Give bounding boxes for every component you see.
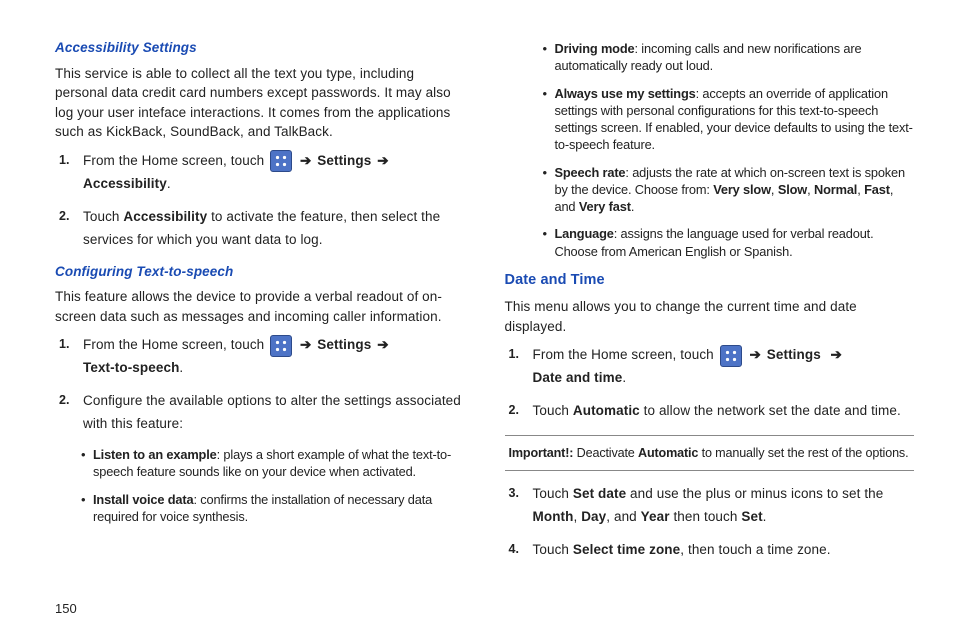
date-time-label: Date and time	[533, 370, 623, 385]
text: Touch	[83, 209, 123, 224]
text: From the Home screen, touch	[83, 337, 268, 352]
text: , then touch a time zone.	[680, 542, 830, 557]
label: Install voice data	[93, 492, 193, 507]
step-number: 1.	[509, 344, 520, 365]
important-note: Important!: Deactivate Automatic to manu…	[505, 435, 915, 471]
apps-icon	[270, 335, 292, 357]
text: From the Home screen, touch	[533, 347, 718, 362]
label: Always use my settings	[555, 86, 696, 101]
select-tz-label: Select time zone	[573, 542, 680, 557]
tts-bullets: Listen to an example: plays a short exam…	[55, 446, 465, 525]
tts-intro: This feature allows the device to provid…	[55, 287, 465, 326]
heading-date-time: Date and Time	[505, 270, 915, 291]
text: Touch	[533, 542, 573, 557]
datetime-step-4: 4. Touch Select time zone, then touch a …	[533, 539, 915, 562]
label: Driving mode	[555, 41, 635, 56]
text: Configure the available options to alter…	[83, 393, 461, 431]
step-number: 4.	[509, 539, 520, 560]
apps-icon	[270, 150, 292, 172]
year-label: Year	[641, 509, 670, 524]
datetime-step-3: 3. Touch Set date and use the plus or mi…	[533, 483, 915, 529]
page-number: 150	[55, 601, 77, 616]
settings-label: Settings	[317, 337, 371, 352]
very-fast: Very fast	[579, 199, 631, 214]
step-number: 1.	[59, 334, 70, 355]
period: .	[763, 509, 767, 524]
accessibility-label: Accessibility	[123, 209, 207, 224]
settings-label: Settings	[767, 347, 821, 362]
text: Touch	[533, 486, 573, 501]
step-number: 2.	[509, 400, 520, 421]
label: Speech rate	[555, 165, 626, 180]
arrow-icon: ➔	[300, 153, 311, 168]
set-label: Set	[741, 509, 762, 524]
settings-label: Settings	[317, 153, 371, 168]
bullet-language: Language: assigns the language used for …	[555, 225, 915, 260]
heading-tts: Configuring Text-to-speech	[55, 262, 465, 282]
text: to allow the network set the date and ti…	[640, 403, 901, 418]
accessibility-steps: 1. From the Home screen, touch ➔ Setting…	[55, 150, 465, 252]
step-number: 2.	[59, 206, 70, 227]
sep: ,	[807, 182, 814, 197]
right-bullets: Driving mode: incoming calls and new nor…	[505, 40, 915, 260]
left-column: Accessibility Settings This service is a…	[55, 36, 465, 572]
accessibility-step-2: 2. Touch Accessibility to activate the f…	[83, 206, 465, 252]
text: Touch	[533, 403, 573, 418]
month-label: Month	[533, 509, 574, 524]
datetime-step-2: 2. Touch Automatic to allow the network …	[533, 400, 915, 423]
automatic-label: Automatic	[573, 403, 640, 418]
normal: Normal	[814, 182, 857, 197]
step-number: 2.	[59, 390, 70, 411]
heading-accessibility: Accessibility Settings	[55, 38, 465, 58]
text: , and	[606, 509, 640, 524]
bullet-speech-rate: Speech rate: adjusts the rate at which o…	[555, 164, 915, 216]
tts-steps: 1. From the Home screen, touch ➔ Setting…	[55, 334, 465, 436]
arrow-icon: ➔	[831, 347, 842, 362]
automatic-label: Automatic	[638, 446, 698, 460]
text: then touch	[670, 509, 742, 524]
bullet-listen-example: Listen to an example: plays a short exam…	[93, 446, 465, 481]
datetime-steps-a: 1. From the Home screen, touch ➔ Setting…	[505, 344, 915, 423]
step-number: 1.	[59, 150, 70, 171]
arrow-icon: ➔	[300, 337, 311, 352]
text: Deactivate	[573, 446, 638, 460]
slow: Slow	[778, 182, 807, 197]
bullet-always-use: Always use my settings: accepts an overr…	[555, 85, 915, 154]
datetime-step-1: 1. From the Home screen, touch ➔ Setting…	[533, 344, 915, 390]
important-label: Important!:	[509, 446, 574, 460]
period: .	[167, 176, 171, 191]
step-number: 3.	[509, 483, 520, 504]
bullet-driving-mode: Driving mode: incoming calls and new nor…	[555, 40, 915, 75]
bullet-install-voice: Install voice data: confirms the install…	[93, 491, 465, 526]
accessibility-label: Accessibility	[83, 176, 167, 191]
label: Language	[555, 226, 614, 241]
text: to manually set the rest of the options.	[698, 446, 908, 460]
arrow-icon: ➔	[749, 347, 760, 362]
arrow-icon: ➔	[377, 153, 388, 168]
datetime-intro: This menu allows you to change the curre…	[505, 297, 915, 336]
tts-label: Text-to-speech	[83, 360, 179, 375]
period: .	[622, 370, 626, 385]
period: .	[631, 199, 634, 214]
text: and use the plus or minus icons to set t…	[626, 486, 883, 501]
set-date-label: Set date	[573, 486, 626, 501]
accessibility-step-1: 1. From the Home screen, touch ➔ Setting…	[83, 150, 465, 196]
accessibility-intro: This service is able to collect all the …	[55, 64, 465, 142]
tts-step-2: 2. Configure the available options to al…	[83, 390, 465, 436]
sep: ,	[771, 182, 778, 197]
right-column: Driving mode: incoming calls and new nor…	[505, 36, 915, 572]
apps-icon	[720, 345, 742, 367]
text: From the Home screen, touch	[83, 153, 268, 168]
very-slow: Very slow	[713, 182, 771, 197]
datetime-steps-b: 3. Touch Set date and use the plus or mi…	[505, 483, 915, 562]
arrow-icon: ➔	[377, 337, 388, 352]
tts-step-1: 1. From the Home screen, touch ➔ Setting…	[83, 334, 465, 380]
period: .	[179, 360, 183, 375]
day-label: Day	[581, 509, 606, 524]
page-content: Accessibility Settings This service is a…	[0, 0, 954, 592]
label: Listen to an example	[93, 447, 217, 462]
fast: Fast	[864, 182, 890, 197]
